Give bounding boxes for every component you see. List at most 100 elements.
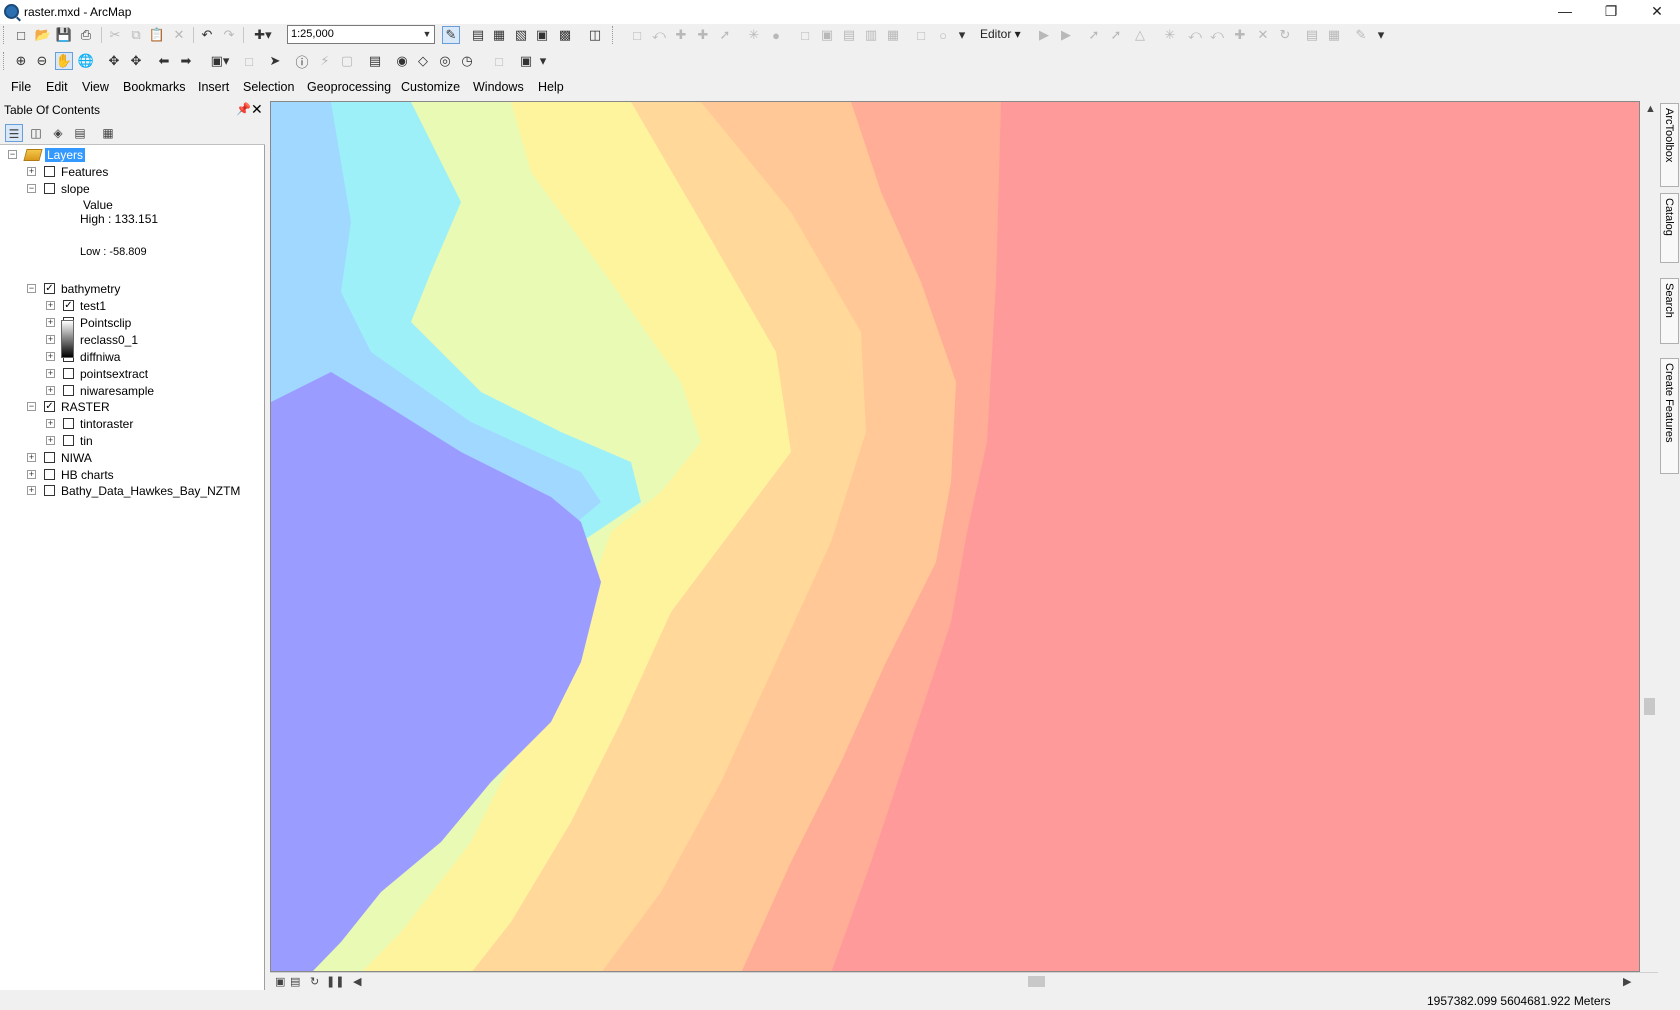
forward-extent-icon[interactable]: ➡ — [177, 52, 195, 70]
layer-checkbox[interactable] — [44, 166, 55, 177]
map-scale-combobox[interactable]: 1:25,000 ▼ — [287, 25, 435, 44]
circle-tool-icon[interactable]: ● — [767, 26, 785, 44]
map-horizontal-scrollbar[interactable]: ▣ ▤ ↻ ❚❚ ◀ ▶ — [270, 972, 1658, 989]
tree-row-tintoraster[interactable]: + tintoraster — [46, 415, 133, 432]
find-binoculars-icon[interactable]: ◉ — [393, 52, 411, 70]
clip-icon[interactable]: ▥ — [862, 26, 880, 44]
zoom-out-icon[interactable]: ⊖ — [33, 52, 51, 70]
menu-selection[interactable]: Selection — [243, 80, 294, 94]
menu-geoprocessing[interactable]: Geoprocessing — [307, 80, 391, 94]
toolbar-grip[interactable] — [3, 26, 6, 44]
editor-menu-button[interactable]: Editor ▾ — [980, 27, 1021, 41]
topology-icon[interactable]: □ — [796, 26, 814, 44]
generalize-icon[interactable]: ○ — [934, 26, 952, 44]
layer-checkbox-checked[interactable]: ✓ — [44, 283, 55, 294]
tree-row-bathydata[interactable]: + Bathy_Data_Hawkes_Bay_NZTM — [27, 482, 240, 499]
edit-annotation-icon[interactable]: ▶ — [1057, 26, 1075, 44]
tree-row-niwa[interactable]: + NIWA — [27, 449, 92, 466]
layer-checkbox[interactable] — [63, 435, 74, 446]
chevron-down-icon[interactable]: ▾ — [957, 26, 967, 44]
vertex-tool-icon[interactable]: ⤺ — [650, 26, 668, 44]
scroll-up-arrow-icon[interactable]: ▲ — [1645, 103, 1656, 115]
snap-tool-icon[interactable]: □ — [628, 26, 646, 44]
rotate-tool-icon[interactable]: ↻ — [1276, 26, 1294, 44]
tree-row-features[interactable]: + Features — [27, 163, 108, 180]
tree-row-test1[interactable]: + ✓ test1 — [46, 297, 106, 314]
layer-checkbox[interactable] — [63, 418, 74, 429]
tree-row-tin[interactable]: + tin — [46, 432, 93, 449]
split-tool-icon[interactable]: ✚ — [672, 26, 690, 44]
search-tab[interactable]: Search — [1660, 278, 1679, 344]
menu-view[interactable]: View — [82, 80, 109, 94]
list-by-source-icon[interactable]: ◫ — [27, 124, 45, 142]
line-tool-icon[interactable]: ➚ — [716, 26, 734, 44]
trace-icon[interactable]: ✳ — [1161, 26, 1179, 44]
menu-insert[interactable]: Insert — [198, 80, 229, 94]
minimize-button[interactable]: — — [1542, 0, 1588, 24]
scroll-thumb[interactable] — [1028, 976, 1045, 987]
layer-checkbox[interactable] — [44, 452, 55, 463]
tree-row-raster[interactable]: − ✓ RASTER — [27, 398, 110, 415]
list-by-selection-icon[interactable]: ▤ — [71, 124, 89, 142]
close-icon[interactable]: ✕ — [251, 101, 263, 118]
magnifier-window-icon[interactable]: ▣ — [517, 52, 535, 70]
html-popup-icon[interactable]: ▢ — [338, 52, 356, 70]
menu-edit[interactable]: Edit — [46, 80, 68, 94]
scroll-right-arrow-icon[interactable]: ▶ — [1623, 975, 1631, 988]
create-viewer-icon[interactable]: □ — [490, 52, 508, 70]
split-icon[interactable]: ✚ — [1231, 26, 1249, 44]
map-display[interactable] — [270, 101, 1640, 972]
zoom-in-icon[interactable]: ⊕ — [12, 52, 30, 70]
close-window-button[interactable]: ✕ — [1634, 0, 1680, 24]
back-extent-icon[interactable]: ⬅ — [155, 52, 173, 70]
collapse-icon[interactable]: − — [27, 402, 36, 411]
new-document-icon[interactable]: □ — [12, 26, 30, 44]
pause-drawing-icon[interactable]: ❚❚ — [326, 975, 344, 988]
copy-parallel-icon[interactable]: □ — [912, 26, 930, 44]
expand-icon[interactable]: + — [27, 453, 36, 462]
menu-windows[interactable]: Windows — [473, 80, 524, 94]
rotate-icon[interactable]: ✕ — [1254, 26, 1272, 44]
expand-icon[interactable]: + — [46, 335, 55, 344]
chevron-down-icon[interactable]: ▾ — [1376, 26, 1386, 44]
layer-checkbox-checked[interactable]: ✓ — [63, 300, 74, 311]
pan-hand-icon[interactable]: ✋ — [55, 52, 73, 70]
layer-checkbox[interactable] — [44, 469, 55, 480]
create-features-tab[interactable]: Create Features — [1660, 358, 1679, 474]
add-data-icon[interactable]: ✚▾ — [248, 26, 278, 44]
expand-icon[interactable]: + — [46, 352, 55, 361]
sketch-properties-icon[interactable]: ▦ — [1325, 26, 1343, 44]
collapse-icon[interactable]: − — [27, 184, 36, 193]
chevron-down-icon[interactable]: ▾ — [538, 52, 548, 70]
fixed-zoom-out-icon[interactable]: ✥ — [127, 52, 145, 70]
catalog-window-icon[interactable]: ▦ — [490, 26, 508, 44]
layers-root-label[interactable]: Layers — [45, 147, 86, 162]
layer-checkbox[interactable] — [63, 385, 74, 396]
refresh-icon[interactable]: ↻ — [310, 975, 319, 988]
identify-icon[interactable]: ⓘ — [293, 52, 311, 70]
scroll-thumb[interactable] — [1644, 698, 1655, 715]
go-to-xy-icon[interactable]: ◎ — [436, 52, 454, 70]
tree-row-bathymetry[interactable]: − ✓ bathymetry — [27, 280, 120, 297]
menu-help[interactable]: Help — [538, 80, 564, 94]
toolbar-grip[interactable] — [3, 52, 6, 70]
search-window-icon[interactable]: ▧ — [512, 26, 530, 44]
time-slider-icon[interactable]: ◷ — [458, 52, 476, 70]
pin-icon[interactable]: 📌 — [236, 102, 251, 116]
list-by-drawing-order-icon[interactable]: ☰ — [5, 124, 23, 142]
open-folder-icon[interactable]: 📂 — [34, 26, 52, 44]
tree-row-pointsclip[interactable]: + Pointsclip — [46, 314, 131, 331]
cut-polygons-icon[interactable]: ⤺ — [1208, 26, 1226, 44]
chevron-down-icon[interactable]: ▼ — [420, 26, 434, 43]
data-view-icon[interactable]: ▤ — [290, 975, 300, 988]
clear-selection-icon[interactable]: □ — [240, 52, 258, 70]
layer-checkbox[interactable] — [44, 183, 55, 194]
layer-checkbox[interactable] — [44, 485, 55, 496]
expand-icon[interactable]: + — [46, 301, 55, 310]
model-builder-icon[interactable]: ◫ — [586, 26, 604, 44]
union-icon[interactable]: ▤ — [840, 26, 858, 44]
expand-icon[interactable]: + — [46, 318, 55, 327]
tree-row-diffniwa[interactable]: + diffniwa — [46, 348, 120, 365]
catalog-tab[interactable]: Catalog — [1660, 193, 1679, 263]
list-by-visibility-icon[interactable]: ◈ — [49, 124, 67, 142]
